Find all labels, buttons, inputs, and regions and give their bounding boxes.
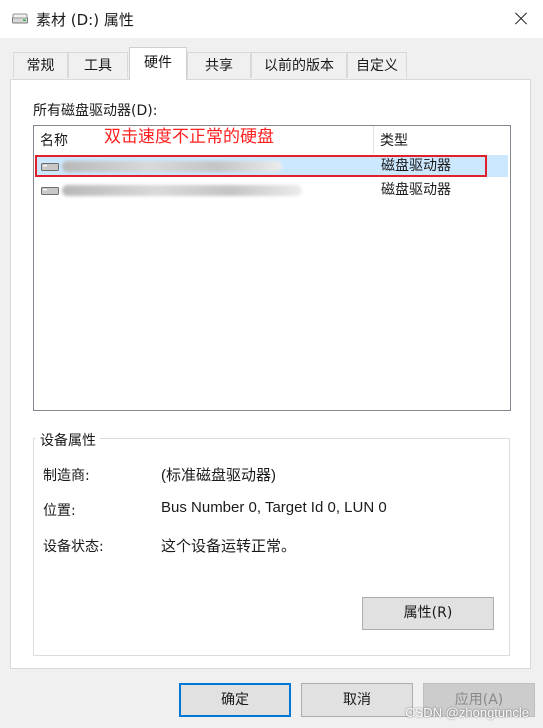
ok-button[interactable]: 确定 xyxy=(179,683,291,717)
cancel-button[interactable]: 取消 xyxy=(301,683,413,717)
watermark: CSDN @zhongtuncle xyxy=(405,705,529,720)
window-title: 素材 (D:) 属性 xyxy=(36,11,134,29)
disk-list-label: 所有磁盘驱动器(D): xyxy=(33,103,158,119)
close-button[interactable] xyxy=(497,0,543,38)
device-status-value: 这个设备运转正常。 xyxy=(161,538,297,555)
location-value: Bus Number 0, Target Id 0, LUN 0 xyxy=(161,499,387,516)
column-separator[interactable] xyxy=(373,126,374,154)
disk-row[interactable]: 磁盘驱动器 xyxy=(36,179,508,201)
disk-drive-icon xyxy=(41,187,59,195)
location-label: 位置: xyxy=(43,503,76,519)
disk-type: 磁盘驱动器 xyxy=(381,182,451,198)
column-header-name[interactable]: 名称 xyxy=(40,126,68,154)
column-header-type[interactable]: 类型 xyxy=(380,126,408,154)
tab-previous-versions[interactable]: 以前的版本 xyxy=(251,52,347,78)
annotation-highlight-box xyxy=(35,155,487,177)
properties-button[interactable]: 属性(R) xyxy=(362,597,494,630)
tab-general[interactable]: 常规 xyxy=(13,52,68,78)
drive-icon xyxy=(12,13,28,24)
manufacturer-value: (标准磁盘驱动器) xyxy=(161,467,276,484)
tab-customize[interactable]: 自定义 xyxy=(347,52,407,78)
obscured-disk-name xyxy=(62,185,302,196)
annotation-text: 双击速度不正常的硬盘 xyxy=(104,127,274,147)
title-bar: 素材 (D:) 属性 xyxy=(0,0,543,38)
tab-sharing[interactable]: 共享 xyxy=(187,52,251,78)
manufacturer-label: 制造商: xyxy=(43,468,90,484)
device-properties-legend: 设备属性 xyxy=(36,430,100,450)
device-status-label: 设备状态: xyxy=(43,539,104,555)
tab-hardware[interactable]: 硬件 xyxy=(129,47,187,80)
tab-tools[interactable]: 工具 xyxy=(68,52,128,78)
